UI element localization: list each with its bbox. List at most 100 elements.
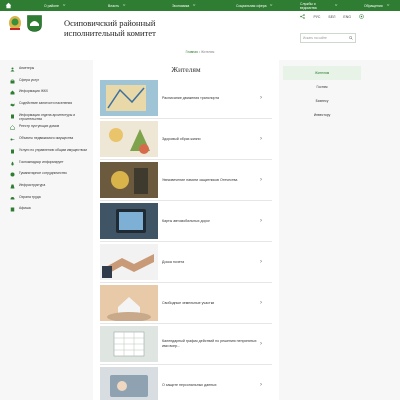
lang-en-link[interactable]: ENG: [343, 15, 351, 19]
accessibility-icon[interactable]: [359, 14, 364, 19]
search-box[interactable]: Искать на сайте: [300, 33, 356, 43]
share-icon[interactable]: [300, 14, 306, 19]
list-item-label: Свободные земельные участки: [162, 300, 215, 305]
sidebar-item-label: Инфраструктура: [19, 182, 46, 187]
list-item-honor-board[interactable]: Доска почета ›: [100, 242, 272, 283]
site-title[interactable]: Осиповичский районный исполнительный ком…: [64, 18, 156, 38]
sidebar-item-architecture[interactable]: Информация отдела архитектуры и строител…: [10, 113, 90, 125]
menu-label: Власть: [108, 3, 120, 8]
memorial-image: [100, 162, 158, 198]
list-item-memory-defenders[interactable]: Увековечение памяти защитников Отечества…: [100, 160, 272, 201]
right-nav-residents[interactable]: Жителям: [283, 66, 361, 80]
sidebar-item-housing[interactable]: Информация ЖКХ: [10, 89, 90, 101]
sidebar-item-label: Реестр пустующих домов: [19, 124, 60, 129]
sidebar-item-label: Содействие занятости населения: [19, 101, 73, 106]
sidebar-item-label: Афиша: [19, 206, 31, 211]
chevron-down-icon: ›: [332, 4, 339, 6]
sidebar-item-label: Госпожнадзор информирует: [19, 159, 64, 164]
chevron-down-icon: ›: [60, 4, 67, 6]
sidebar-item-events[interactable]: Афиша: [10, 206, 90, 218]
list-item-label: О защите персональных данных: [162, 382, 217, 387]
state-emblem-icon[interactable]: [8, 15, 22, 32]
menu-item-government[interactable]: Власть ›: [80, 2, 144, 10]
handshake-icon: [10, 103, 15, 107]
sidebar-item-employment[interactable]: Содействие занятости населения: [10, 101, 90, 113]
district-coat-of-arms-icon[interactable]: [27, 15, 42, 32]
list-item-calendar-schedule[interactable]: Календарный график действий по решению н…: [100, 324, 272, 365]
right-nav-guests[interactable]: Гостям: [283, 80, 361, 94]
search-icon[interactable]: [349, 36, 353, 40]
chevron-right-icon: ›: [260, 95, 262, 101]
people-icon: [10, 67, 15, 72]
right-nav-business[interactable]: Бизнесу: [283, 94, 361, 108]
sidebar-item-label: Охрана труда: [19, 194, 41, 199]
chevron-down-icon: ›: [190, 4, 197, 6]
menu-label: Службы и ведомства: [300, 1, 317, 10]
sidebar-item-label: Гуманитарное сотрудничество: [19, 171, 67, 176]
header-tools: РУС БЕЛ ENG: [300, 14, 364, 19]
fire-icon: [11, 161, 14, 165]
breadcrumb-separator: •: [198, 50, 200, 54]
search-input[interactable]: Искать на сайте: [303, 36, 349, 40]
lang-by-link[interactable]: БЕЛ: [328, 15, 335, 19]
menu-label: Социальная сфера: [236, 3, 267, 8]
lang-ru-link[interactable]: РУС: [313, 15, 320, 19]
chevron-right-icon: ›: [260, 218, 262, 224]
list-item-label: Календарный график действий по решению н…: [162, 339, 257, 348]
globe-icon: [10, 172, 15, 177]
personal-data-image: [100, 367, 158, 400]
sidebar-item-labor-protection[interactable]: Охрана труда: [10, 195, 90, 207]
list-item-personal-data[interactable]: О защите персональных данных ›: [100, 365, 272, 400]
menu-label: Экономика: [172, 3, 190, 8]
sidebar-item-humanitarian[interactable]: Гуманитарное сотрудничество: [10, 171, 90, 183]
sidebar-item-label: Информация ЖКХ: [19, 89, 49, 94]
sidebar-item-services[interactable]: Сфера услуг: [10, 78, 90, 90]
breadcrumb: Главная • Жителям: [0, 50, 400, 54]
sidebar-item-property-management[interactable]: Услуги по управлению общим имуществом: [10, 148, 90, 160]
briefcase-icon: [10, 79, 15, 84]
sidebar-item-anketers[interactable]: Анкетеры: [10, 66, 90, 78]
handshake-image: [100, 244, 158, 280]
chevron-down-icon: ›: [120, 4, 127, 6]
list-item-label: Доска почета: [162, 259, 185, 264]
top-menu: О районе › Власть › Экономика › Социальная …: [16, 2, 400, 10]
sidebar: Анкетеры Сфера услуг Информация ЖКХ Соде…: [10, 66, 90, 218]
list-item-label: Здоровый образ жизни: [162, 136, 201, 141]
list-item-label: Увековечение памяти защитников Отечества: [162, 177, 238, 182]
list-item-transport-schedule[interactable]: Расписание движения транспорта ›: [100, 78, 272, 119]
top-nav-bar: О районе › Власть › Экономика › Социальная …: [0, 0, 400, 11]
page-title: Жителям: [171, 65, 201, 74]
menu-item-services[interactable]: Службы и ведомства ›: [272, 1, 339, 10]
breadcrumb-current: Жителям: [200, 50, 215, 54]
sidebar-item-empty-houses[interactable]: Реестр пустующих домов: [10, 124, 90, 136]
menu-label: О районе: [44, 3, 59, 8]
list-item-road-maps[interactable]: Карты автомобильных дорог ›: [100, 201, 272, 242]
list-item-land-plots[interactable]: Свободные земельные участки ›: [100, 283, 272, 324]
menu-item-economy[interactable]: Экономика ›: [144, 2, 208, 10]
sidebar-item-label: Анкетеры: [19, 66, 35, 70]
menu-item-social[interactable]: Социальная сфера ›: [208, 2, 274, 10]
sidebar-item-real-estate[interactable]: Объекты недвижимого имущества: [10, 136, 90, 148]
road-icon: [10, 184, 15, 189]
transport-map-image: [100, 80, 158, 116]
sidebar-item-infrastructure[interactable]: Инфраструктура: [10, 183, 90, 195]
menu-item-appeals[interactable]: Обращения ›: [336, 2, 400, 10]
chevron-right-icon: ›: [260, 341, 262, 347]
poster-icon: [10, 207, 15, 212]
breadcrumb-home[interactable]: Главная: [186, 50, 198, 54]
chevron-right-icon: ›: [260, 300, 262, 306]
sidebar-item-fire-safety[interactable]: Госпожнадзор информирует: [10, 160, 90, 172]
list-item-healthy-lifestyle[interactable]: Здоровый образ жизни ›: [100, 119, 272, 160]
list-item-label: Карты автомобильных дорог: [162, 218, 210, 223]
category-list: Расписание движения транспорта › Здоровы…: [100, 78, 272, 400]
menu-label: Обращения: [364, 3, 383, 8]
sidebar-item-label: Сфера услуг: [19, 77, 40, 82]
menu-item-about[interactable]: О районе ›: [16, 2, 80, 10]
list-item-label: Расписание движения транспорта: [162, 95, 220, 100]
right-nav: Жителям Гостям Бизнесу Инвестору: [283, 66, 361, 122]
home-icon[interactable]: [0, 0, 16, 11]
site-title-line1: Осиповичский районный: [64, 18, 156, 28]
right-nav-investor[interactable]: Инвестору: [283, 108, 361, 122]
sidebar-item-label: Объекты недвижимого имущества: [19, 136, 74, 141]
chevron-right-icon: ›: [260, 259, 262, 265]
